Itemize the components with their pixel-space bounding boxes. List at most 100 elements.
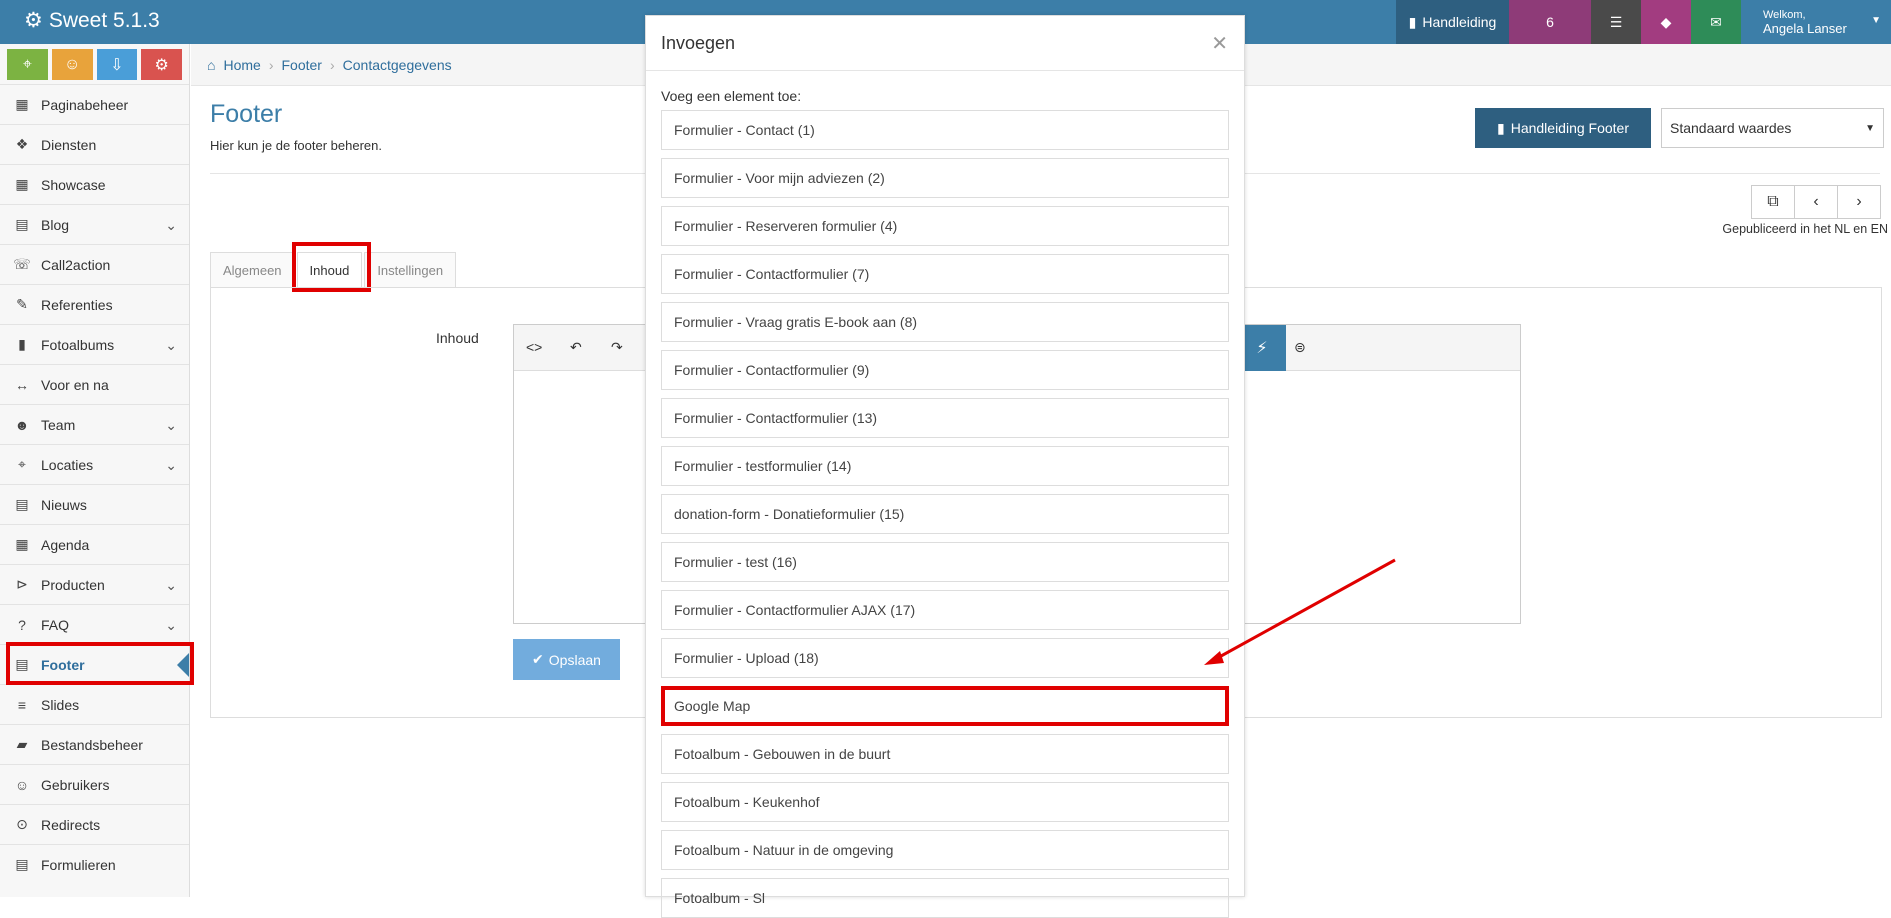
sidebar-item-gebruikers[interactable]: ☺ Gebruikers <box>0 764 189 804</box>
comments-icon: ✎ <box>16 296 28 312</box>
sliders-icon: ≡ <box>17 696 27 713</box>
insert-option[interactable]: Formulier - Upload (18) <box>661 638 1229 678</box>
breadcrumb-current[interactable]: Contactgegevens <box>343 57 452 73</box>
app-title: Sweet 5.1.3 <box>48 8 160 32</box>
breadcrumb-section[interactable]: Footer <box>282 57 322 73</box>
insert-option[interactable]: donation-form - Donatieformulier (15) <box>661 494 1229 534</box>
modal-intro: Voeg een element toe: <box>661 88 802 104</box>
chevron-left-icon[interactable]: ‹ <box>1794 185 1838 219</box>
sidebar-item-label: Team <box>41 416 76 433</box>
insert-option[interactable]: Fotoalbum - Gebouwen in de buurt <box>661 734 1229 774</box>
caret-down-icon: ▼ <box>1865 123 1875 134</box>
sidebar-item-bestandsbeheer[interactable]: ▰ Bestandsbeheer <box>0 724 189 764</box>
sidebar-item-blog[interactable]: ▤ Blog ⌄ <box>0 204 189 244</box>
download-icon[interactable]: ⇩ <box>96 49 138 80</box>
insert-option[interactable]: Formulier - test (16) <box>661 542 1229 582</box>
close-icon[interactable]: ✕ <box>1211 31 1228 56</box>
insert-option[interactable]: Formulier - testformulier (14) <box>661 446 1229 486</box>
sidebar-item-fotoalbums[interactable]: ▮ Fotoalbums ⌄ <box>0 324 189 364</box>
plugin-icon[interactable]: ⚡ <box>1238 325 1286 371</box>
chevron-down-icon: ⌄ <box>165 217 177 233</box>
breadcrumb-home[interactable]: Home <box>223 57 260 73</box>
insert-option[interactable]: Formulier - Voor mijn adviezen (2) <box>661 158 1229 198</box>
sidebar-item-label: Redirects <box>41 816 101 833</box>
manual-button[interactable]: ▮ Handleiding <box>1396 0 1509 44</box>
sidebar-item-label: Voor en na <box>41 376 109 393</box>
question-icon: ? <box>18 616 26 633</box>
brand[interactable]: ⚙ Sweet 5.1.3 <box>24 8 160 33</box>
insert-option[interactable]: Fotoalbum - Keukenhof <box>661 782 1229 822</box>
quick-actions: ⌖ ☺ ⇩ ⚙ <box>0 44 189 84</box>
user-icon[interactable]: ☺ <box>51 49 93 80</box>
settings-icon[interactable]: ⚙ <box>141 49 182 80</box>
insert-option[interactable]: Formulier - Contactformulier (7) <box>661 254 1229 294</box>
sidebar-item-label: Agenda <box>41 536 90 553</box>
notification-count[interactable]: 6 <box>1509 0 1591 44</box>
insert-option[interactable]: Google Map <box>661 686 1229 726</box>
sidebar-item-referenties[interactable]: ✎ Referenties <box>0 284 189 324</box>
sidebar-item-diensten[interactable]: ❖ Diensten <box>0 124 189 164</box>
server-icon[interactable]: ☰ <box>1591 0 1641 44</box>
insert-modal: Invoegen ✕ Voeg een element toe: Formuli… <box>645 15 1245 918</box>
insert-option[interactable]: Formulier - Contactformulier (9) <box>661 350 1229 390</box>
insert-option[interactable]: Formulier - Vraag gratis E-book aan (8) <box>661 302 1229 342</box>
breadcrumb-separator: › <box>268 56 274 73</box>
modal-header: Invoegen ✕ <box>646 16 1244 71</box>
sidebar-item-label: Showcase <box>41 176 106 193</box>
breadcrumb-separator: › <box>329 56 335 73</box>
page-subtitle: Hier kun je de footer beheren. <box>210 138 382 153</box>
mail-icon[interactable]: ✉ <box>1691 0 1741 44</box>
tab-highlight-box <box>292 242 371 292</box>
sidebar-item-redirects[interactable]: ⊙ Redirects <box>0 804 189 844</box>
sidebar-item-agenda[interactable]: ▦ Agenda <box>0 524 189 564</box>
code-view-icon[interactable]: <> <box>526 339 542 355</box>
annotation-arrow <box>1204 558 1396 665</box>
sidebar-item-label: Nieuws <box>41 496 87 513</box>
published-status: Gepubliceerd in het NL en EN <box>1722 222 1888 236</box>
user-menu[interactable]: Welkom, Angela Lanser ▼ <box>1741 0 1891 44</box>
folder-icon: ▰ <box>16 736 28 752</box>
diamond-icon[interactable]: ◆ <box>1641 0 1691 44</box>
sidebar-item-label: Locaties <box>41 456 94 473</box>
chevron-down-icon: ⌄ <box>165 337 177 353</box>
undo-icon[interactable]: ↶ <box>570 339 582 356</box>
chevron-right-icon[interactable]: › <box>1837 185 1881 219</box>
tab-instellingen[interactable]: Instellingen <box>364 252 457 288</box>
sidebar-item-paginabeheer[interactable]: ▦ Paginabeheer <box>0 84 189 124</box>
map-marker-icon[interactable]: ⌖ <box>7 49 48 80</box>
sidebar-item-producten[interactable]: ⊳ Producten ⌄ <box>0 564 189 604</box>
defaults-select[interactable]: Standaard waardes ▼ <box>1661 108 1884 148</box>
sidebar-item-label: Referenties <box>41 296 113 313</box>
insert-option[interactable]: Formulier - Reserveren formulier (4) <box>661 206 1229 246</box>
sidebar-item-voor-en-na[interactable]: ↔ Voor en na <box>0 364 189 404</box>
modal-title: Invoegen <box>661 32 736 53</box>
sidebar-item-call2action[interactable]: ☏ Call2action <box>0 244 189 284</box>
chevron-down-icon: ⌄ <box>165 457 177 473</box>
tab-algemeen[interactable]: Algemeen <box>210 252 295 288</box>
sidebar-item-locaties[interactable]: ⌖ Locaties ⌄ <box>0 444 189 484</box>
sidebar-item-faq[interactable]: ? FAQ ⌄ <box>0 604 189 644</box>
insert-option[interactable]: Formulier - Contact (1) <box>661 110 1229 150</box>
user-icon: ☺ <box>14 776 30 793</box>
sidebar-item-team[interactable]: ☻ Team ⌄ <box>0 404 189 444</box>
footer-highlight-box <box>6 642 194 685</box>
footer-manual-button[interactable]: ▮ Handleiding Footer <box>1475 108 1651 148</box>
sidebar-item-nieuws[interactable]: ▤ Nieuws <box>0 484 189 524</box>
insert-option[interactable]: Formulier - Contactformulier AJAX (17) <box>661 590 1229 630</box>
redo-icon[interactable]: ↷ <box>611 339 623 356</box>
sidebar-item-formulieren[interactable]: ▤ Formulieren <box>0 844 189 884</box>
sidebar-item-label: Blog <box>41 216 70 233</box>
sidebar-item-label: Formulieren <box>41 856 116 873</box>
insert-option[interactable]: Formulier - Contactformulier (13) <box>661 398 1229 438</box>
check-icon: ✔ <box>532 651 544 667</box>
save-button[interactable]: ✔ Opslaan <box>513 639 620 680</box>
welcome-text: Welkom, <box>1763 9 1806 21</box>
insert-element-icon[interactable]: ⊜ <box>1294 339 1306 356</box>
insert-option[interactable]: Fotoalbum - Natuur in de omgeving <box>661 830 1229 870</box>
sidebar-item-showcase[interactable]: ▦ Showcase <box>0 164 189 204</box>
map-marker-icon: ⌖ <box>18 456 26 472</box>
insert-option[interactable]: Fotoalbum - Sl <box>661 878 1229 918</box>
calendar-icon: ▦ <box>15 536 29 552</box>
copy-icon[interactable]: ⧉ <box>1751 185 1795 219</box>
sidebar-item-slides[interactable]: ≡ Slides <box>0 684 189 724</box>
